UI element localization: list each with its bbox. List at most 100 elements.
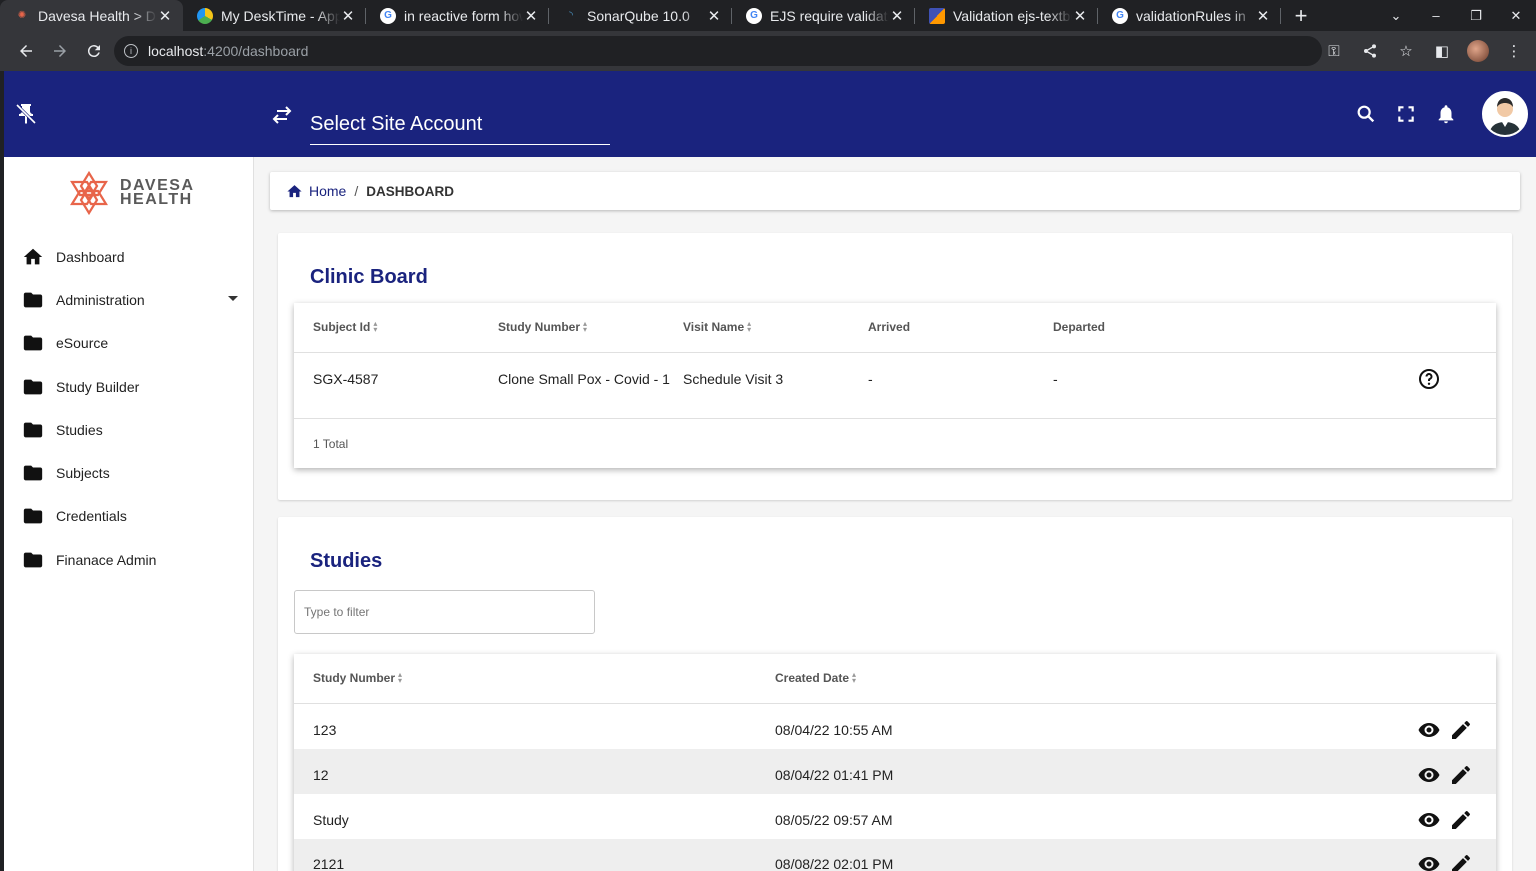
forward-icon[interactable] (44, 35, 76, 67)
tab-search-icon[interactable]: ⌄ (1376, 8, 1416, 24)
share-icon[interactable] (1354, 35, 1386, 67)
search-icon[interactable] (1346, 94, 1386, 134)
restore-icon[interactable]: ❐ (1456, 8, 1496, 24)
tab-title: validationRules in (1136, 7, 1246, 24)
folder-icon (23, 422, 43, 438)
breadcrumb-home-label: Home (309, 183, 347, 199)
fullscreen-icon[interactable] (1386, 94, 1426, 134)
browser-tab[interactable]: G EJS require validation ✕ (732, 0, 915, 31)
breadcrumb-home-link[interactable]: Home (286, 183, 346, 200)
sidebar-item-esource[interactable]: eSource (4, 322, 254, 365)
browser-tab[interactable]: ◝ SonarQube 10.0 ✕ (549, 0, 732, 31)
sidebar-item-label: Dashboard (56, 248, 125, 265)
browser-tab[interactable]: Validation ejs-textbox ✕ (915, 0, 1098, 31)
menu-dots-icon[interactable]: ⋮ (1498, 35, 1530, 67)
browser-tab[interactable]: G in reactive form how ✕ (366, 0, 549, 31)
google-favicon-icon: G (746, 7, 762, 24)
new-tab-button[interactable]: + (1281, 0, 1321, 31)
breadcrumb: Home / DASHBOARD (270, 172, 1520, 210)
logo-text: DAVESA HEALTH (120, 178, 195, 208)
close-icon[interactable]: ✕ (1072, 7, 1088, 25)
view-icon[interactable] (1417, 808, 1441, 832)
tab-title: SonarQube 10.0 (587, 7, 690, 24)
notifications-icon[interactable] (1426, 94, 1466, 134)
sidebar-item-label: Administration (56, 291, 145, 308)
site-account-select[interactable]: Select Site Account (310, 111, 610, 145)
studies-filter-input[interactable] (294, 590, 595, 634)
sidebar-item-label: Studies (56, 421, 103, 438)
key-icon[interactable]: ⚿ (1318, 35, 1350, 67)
sidebar-item-study-builder[interactable]: Study Builder (4, 365, 254, 408)
reload-icon[interactable] (78, 35, 110, 67)
edit-icon[interactable] (1449, 808, 1473, 832)
browser-tab[interactable]: My DeskTime - Application ✕ (183, 0, 366, 31)
close-icon[interactable]: ✕ (889, 7, 905, 25)
close-icon[interactable]: ✕ (706, 7, 722, 25)
column-header-subject-id[interactable]: Subject Id ▴ ▾ (313, 320, 377, 335)
folder-icon (23, 335, 43, 351)
info-icon[interactable]: i (124, 44, 138, 58)
column-header-study-number[interactable]: Study Number ▴ ▾ (313, 671, 402, 686)
studies-title: Studies (310, 550, 383, 572)
address-bar[interactable]: i localhost:4200/dashboard (114, 36, 1322, 66)
header-actions (1346, 71, 1536, 157)
user-avatar[interactable] (1482, 91, 1528, 137)
column-header-created-date[interactable]: Created Date ▴ ▾ (775, 671, 856, 686)
app-header: Select Site Account (4, 71, 1536, 157)
folder-icon (23, 509, 43, 524)
caret-down-icon[interactable] (228, 296, 238, 302)
sidebar: DAVESA HEALTH Dashboard Administration e… (4, 157, 254, 871)
unpin-sidebar-icon[interactable] (14, 102, 38, 126)
home-icon (287, 184, 302, 197)
column-header-visit-name[interactable]: Visit Name ▴ ▾ (683, 320, 751, 335)
bookmark-star-icon[interactable]: ☆ (1390, 35, 1422, 67)
close-icon[interactable]: ✕ (340, 7, 356, 25)
sidebar-item-label: Subjects (56, 465, 110, 482)
logo-line-2: HEALTH (120, 191, 193, 208)
cell-created-date: 08/04/22 10:55 AM (775, 722, 893, 738)
minimize-icon[interactable]: – (1416, 8, 1456, 23)
clinic-board-title: Clinic Board (310, 266, 428, 288)
column-header-study-number[interactable]: Study Number ▴ ▾ (498, 320, 587, 335)
davesa-logo-icon (70, 170, 108, 216)
view-icon[interactable] (1417, 718, 1441, 742)
url-path: :4200/dashboard (203, 43, 309, 59)
help-icon[interactable] (1417, 367, 1441, 391)
view-icon[interactable] (1417, 763, 1441, 787)
edit-icon[interactable] (1449, 763, 1473, 787)
close-window-icon[interactable]: ✕ (1496, 8, 1536, 24)
folder-icon (23, 379, 43, 394)
clinic-board-card: Clinic Board Subject Id ▴ ▾ Study Number ▴ ▾… (278, 233, 1512, 500)
back-icon[interactable] (10, 35, 42, 67)
cell-subject-id: SGX-4587 (313, 371, 379, 387)
breadcrumb-current: DASHBOARD (366, 183, 454, 199)
edit-icon[interactable] (1449, 718, 1473, 742)
sidebar-item-label: Study Builder (56, 378, 140, 395)
browser-tab[interactable]: ✺ Davesa Health > Dashboard ✕ (0, 0, 183, 31)
browser-toolbar: i localhost:4200/dashboard ⚿ ☆ ◧ ⋮ (0, 31, 1536, 71)
profile-avatar[interactable] (1467, 40, 1489, 62)
davesa-logo: DAVESA HEALTH (64, 170, 195, 216)
sidebar-item-administration[interactable]: Administration (4, 278, 254, 321)
sidebar-item-label: eSource (56, 335, 109, 352)
column-header-label: Created Date (775, 671, 850, 685)
close-icon[interactable]: ✕ (523, 7, 539, 25)
sidebar-item-credentials[interactable]: Credentials (4, 495, 254, 538)
side-panel-icon[interactable]: ◧ (1426, 35, 1458, 67)
sidebar-item-subjects[interactable]: Subjects (4, 451, 254, 494)
sidebar-item-dashboard[interactable]: Dashboard (4, 235, 254, 278)
window-controls: ⌄ – ❐ ✕ (1376, 0, 1536, 31)
browser-tab-bar: ✺ Davesa Health > Dashboard ✕ My DeskTim… (0, 0, 1536, 31)
cell-study-number: 123 (313, 722, 337, 738)
cell-study-number: Clone Small Pox - Covid - 1 (498, 371, 670, 387)
edit-icon[interactable] (1449, 852, 1473, 871)
close-icon[interactable]: ✕ (1255, 7, 1271, 25)
view-icon[interactable] (1417, 852, 1441, 871)
clinic-board-table: Subject Id ▴ ▾ Study Number ▴ ▾ Visit Name ▴ ▾… (294, 303, 1496, 468)
swap-horiz-icon[interactable] (270, 103, 294, 127)
close-icon[interactable]: ✕ (157, 7, 173, 25)
sidebar-item-studies[interactable]: Studies (4, 408, 254, 451)
browser-tab[interactable]: G validationRules in ✕ (1098, 0, 1281, 31)
sidebar-item-finance-admin[interactable]: Finanace Admin (4, 538, 254, 581)
studies-card: Studies Study Number▴▾ Created Date▴▾ 12… (278, 517, 1512, 871)
